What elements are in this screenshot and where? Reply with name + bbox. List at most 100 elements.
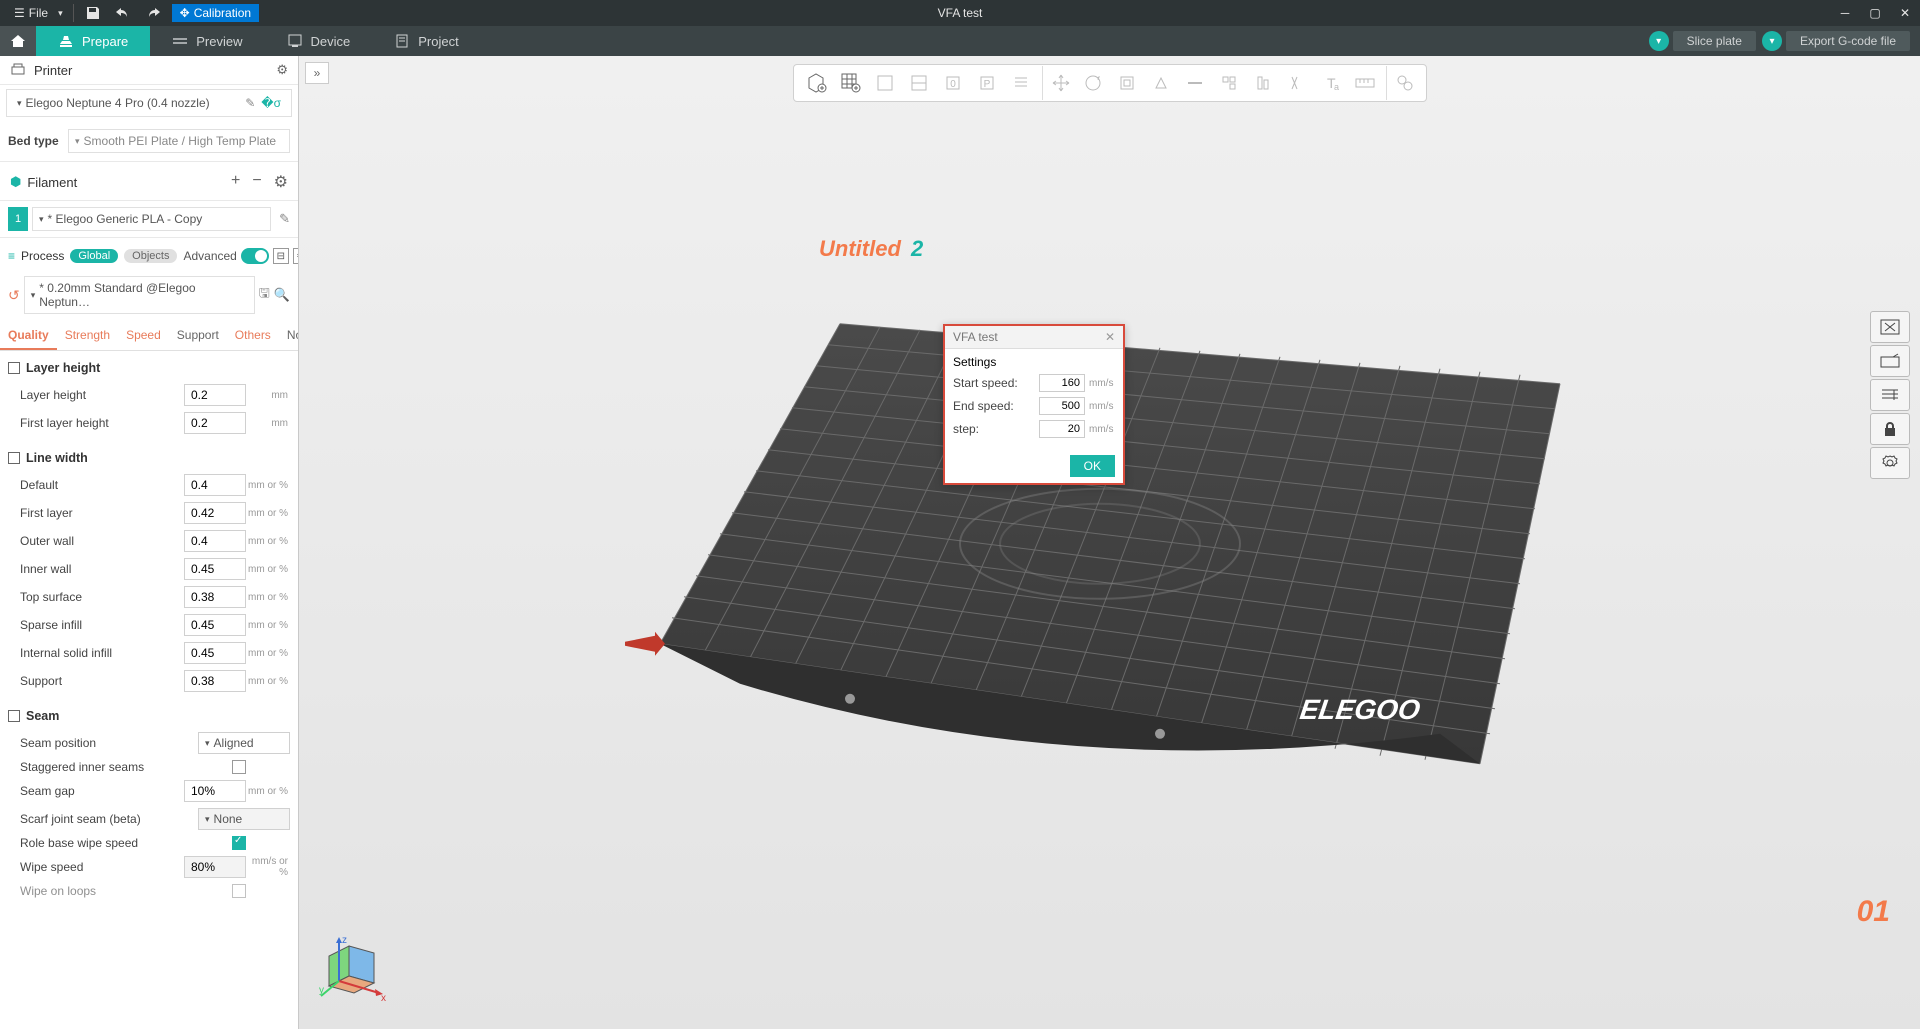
tab-project[interactable]: Project — [372, 26, 480, 56]
tool-5[interactable] — [1004, 66, 1038, 100]
mesh-tool[interactable] — [1212, 66, 1246, 100]
process-title: Process — [21, 249, 64, 263]
setting-label: Wipe on loops — [20, 884, 232, 898]
start-speed-input[interactable] — [1039, 374, 1085, 392]
viewport-3d[interactable]: » ELEGOO Untitled 2 01 — [299, 56, 1920, 1029]
window-minimize[interactable]: ─ — [1830, 2, 1860, 24]
measure-tool[interactable] — [1348, 66, 1382, 100]
slice-button[interactable]: Slice plate — [1673, 31, 1756, 51]
window-maximize[interactable]: ▢ — [1860, 2, 1890, 24]
line-width-header[interactable]: Line width — [0, 445, 298, 471]
orientation-gizmo[interactable]: z x y — [319, 931, 399, 1011]
add-grid-button[interactable] — [834, 66, 868, 100]
remove-filament-button[interactable]: − — [252, 172, 261, 192]
slice-dropdown[interactable]: ▾ — [1649, 31, 1669, 51]
rotate-tool[interactable] — [1076, 66, 1110, 100]
undo-button[interactable] — [112, 2, 134, 24]
objects-badge[interactable]: Objects — [124, 249, 177, 263]
cut-tool[interactable] — [1178, 66, 1212, 100]
seam-header[interactable]: Seam — [0, 703, 298, 729]
filament-select-1[interactable]: ▾ * Elegoo Generic PLA - Copy — [32, 207, 271, 231]
add-filament-button[interactable]: + — [231, 172, 240, 192]
filament-edit-icon[interactable]: ✎ — [279, 211, 290, 227]
dialog-close-icon[interactable]: ✕ — [1105, 330, 1115, 344]
window-close[interactable]: ✕ — [1890, 2, 1920, 24]
scarf-select[interactable]: ▾None — [198, 808, 290, 830]
orient-button[interactable] — [1870, 379, 1910, 411]
lock-button[interactable] — [1870, 413, 1910, 445]
add-plate-button[interactable] — [800, 66, 834, 100]
wifi-icon[interactable]: �σ — [261, 96, 281, 110]
step-input[interactable] — [1039, 420, 1085, 438]
lw-outerwall-input[interactable] — [184, 530, 246, 552]
place-tool[interactable] — [1144, 66, 1178, 100]
staggered-checkbox[interactable] — [232, 760, 246, 774]
lw-solidinfill-input[interactable] — [184, 642, 246, 664]
text-tool[interactable]: Ta — [1314, 66, 1348, 100]
process-search-icon[interactable]: 🔍 — [274, 287, 290, 303]
file-menu[interactable]: ☰ File ▾ — [8, 4, 74, 22]
global-badge[interactable]: Global — [70, 249, 118, 263]
ptab-quality[interactable]: Quality — [0, 322, 57, 350]
move-tool[interactable] — [1042, 66, 1076, 100]
assembly-tool[interactable] — [1386, 66, 1420, 100]
tool-3[interactable]: 0 — [936, 66, 970, 100]
expand-sidebar-button[interactable]: » — [305, 62, 329, 84]
tab-preview[interactable]: Preview — [150, 26, 264, 56]
tab-prepare[interactable]: Prepare — [36, 26, 150, 56]
tool-1[interactable] — [868, 66, 902, 100]
setting-label: Internal solid infill — [20, 646, 184, 660]
seam-gap-input[interactable] — [184, 780, 246, 802]
seam-position-select[interactable]: ▾Aligned — [198, 732, 290, 754]
ptab-speed[interactable]: Speed — [118, 322, 169, 350]
setting-label: Outer wall — [20, 534, 184, 548]
lw-default-input[interactable] — [184, 474, 246, 496]
wipe-loops-checkbox[interactable] — [232, 884, 246, 898]
layer-height-header[interactable]: Layer height — [0, 355, 298, 381]
redo-button[interactable] — [142, 2, 164, 24]
reset-icon[interactable]: ↺ — [8, 287, 20, 304]
arrange-button[interactable] — [1870, 345, 1910, 377]
printer-select-value: Elegoo Neptune 4 Pro (0.4 nozzle) — [26, 96, 210, 110]
ptab-support[interactable]: Support — [169, 322, 227, 350]
home-tab[interactable] — [0, 26, 36, 56]
lw-support-input[interactable] — [184, 670, 246, 692]
layer-height-input[interactable] — [184, 384, 246, 406]
edit-icon[interactable]: ✎ — [245, 96, 255, 110]
first-layer-height-input[interactable] — [184, 412, 246, 434]
support-tool[interactable] — [1246, 66, 1280, 100]
tab-device[interactable]: Device — [265, 26, 373, 56]
role-wipe-checkbox[interactable] — [232, 836, 246, 850]
compare-button[interactable]: ⊟ — [273, 248, 289, 264]
close-plate-button[interactable] — [1870, 311, 1910, 343]
filament-panel-header: ⬢ Filament + − ⚙ — [0, 162, 298, 201]
ptab-notes[interactable]: Notes — [279, 322, 299, 350]
printer-settings-icon[interactable]: ⚙ — [276, 62, 288, 78]
bed-type-select[interactable]: ▾ Smooth PEI Plate / High Temp Plate — [68, 129, 290, 153]
calibration-button[interactable]: ✥ Calibration — [172, 4, 259, 22]
ptab-others[interactable]: Others — [227, 322, 279, 350]
filament-settings-icon[interactable]: ⚙ — [274, 172, 288, 192]
lw-firstlayer-input[interactable] — [184, 502, 246, 524]
process-select[interactable]: ▾ * 0.20mm Standard @Elegoo Neptun… — [24, 276, 255, 314]
ptab-strength[interactable]: Strength — [57, 322, 118, 350]
wipe-speed-input[interactable] — [184, 856, 246, 878]
lw-topsurface-input[interactable] — [184, 586, 246, 608]
tool-4[interactable]: P — [970, 66, 1004, 100]
tool-2[interactable] — [902, 66, 936, 100]
lw-sparseinfill-input[interactable] — [184, 614, 246, 636]
dialog-ok-button[interactable]: OK — [1070, 455, 1115, 477]
save-button[interactable] — [82, 2, 104, 24]
advanced-toggle[interactable] — [241, 248, 269, 264]
process-save-icon[interactable]: 🖫 — [259, 284, 270, 306]
export-button[interactable]: Export G-code file — [1786, 31, 1910, 51]
scale-tool[interactable] — [1110, 66, 1144, 100]
end-speed-input[interactable] — [1039, 397, 1085, 415]
plate-settings-button[interactable] — [1870, 447, 1910, 479]
variable-tool[interactable] — [1280, 66, 1314, 100]
filament-swatch-1[interactable]: 1 — [8, 207, 28, 231]
printer-select[interactable]: ▾ Elegoo Neptune 4 Pro (0.4 nozzle) ✎�σ — [6, 89, 292, 117]
export-dropdown[interactable]: ▾ — [1762, 31, 1782, 51]
settings-sidebar[interactable]: Printer ⚙ ▾ Elegoo Neptune 4 Pro (0.4 no… — [0, 56, 299, 1029]
lw-innerwall-input[interactable] — [184, 558, 246, 580]
